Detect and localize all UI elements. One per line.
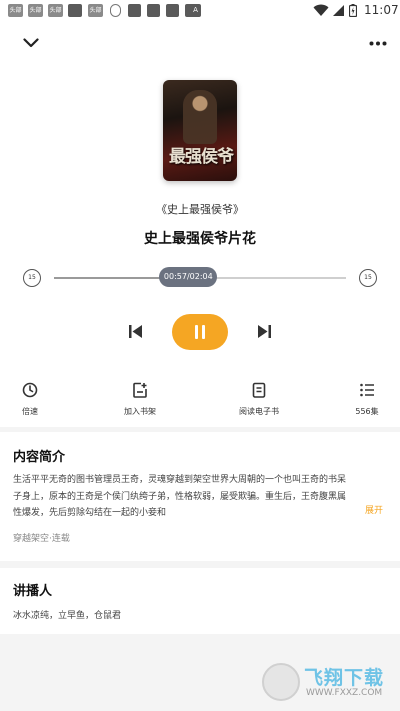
- next-button[interactable]: [257, 324, 272, 339]
- cover-figure: [183, 90, 217, 144]
- previous-button[interactable]: [128, 324, 143, 339]
- more-icon: [369, 41, 387, 45]
- app-icon: [147, 4, 160, 17]
- app-icon: [166, 4, 179, 17]
- intro-title: 内容简介: [13, 450, 66, 465]
- intro-line: 性爆发，先后剪除勾结在一起的小妾和: [13, 508, 167, 518]
- episode-list-button[interactable]: 556集: [332, 382, 400, 417]
- pause-button[interactable]: [172, 314, 228, 350]
- notification-icon: 头部: [28, 4, 43, 17]
- intro-line: 生活平平无奇的图书管理员王奇，灵魂穿越到架空世界大周朝的一个也叫王奇的书呆: [13, 475, 347, 485]
- pause-icon: [195, 325, 205, 339]
- narrator-title: 讲播人: [13, 584, 53, 599]
- skip-forward-button[interactable]: 15: [359, 269, 377, 287]
- speed-label: 倍速: [22, 407, 38, 416]
- chevron-down-icon: [23, 38, 39, 48]
- watermark-url: WWW.FXXZ.COM: [306, 688, 383, 698]
- clock-time: 11:07: [364, 3, 399, 17]
- watermark-text: 飞翔下载: [304, 667, 385, 689]
- intro-card: 内容简介 生活平平无奇的图书管理员王奇，灵魂穿越到架空世界大周朝的一个也叫王奇的…: [0, 432, 400, 561]
- clock-icon: [22, 382, 38, 398]
- skip-back-button[interactable]: 15: [23, 269, 41, 287]
- notification-icon: [68, 4, 82, 17]
- narrator-card: 讲播人 冰水凉纯，立早鱼，仓鼠君: [0, 568, 400, 634]
- notification-icon: 头部: [88, 4, 103, 17]
- list-icon: [360, 383, 374, 397]
- collapse-button[interactable]: [16, 28, 46, 58]
- watermark-logo: [262, 663, 300, 701]
- cover-title: 最强侯爷: [169, 147, 234, 167]
- intro-line: 子身上，原本的王奇是个侯门纨绔子弟，性格软弱，屡受欺骗。重生后，王奇腹黑属: [13, 491, 347, 502]
- read-ebook-button[interactable]: 阅读电子书: [224, 382, 294, 417]
- status-bar: 头部 头部 头部 头部 A 11:07: [0, 0, 400, 22]
- progress-thumb[interactable]: 00:57/02:04: [159, 267, 218, 287]
- watermark: 飞翔下载 WWW.FXXZ.COM: [262, 661, 392, 703]
- narrator-names: 冰水凉纯，立早鱼，仓鼠君: [13, 611, 122, 621]
- book-name: 《史上最强侯爷》: [156, 203, 244, 216]
- add-shelf-icon: [133, 382, 147, 398]
- notification-icon: 头部: [8, 4, 23, 17]
- add-shelf-label: 加入书架: [124, 407, 156, 416]
- wifi-icon: [313, 4, 329, 16]
- book-tags: 穿越架空·连载: [13, 534, 70, 544]
- signal-icon: [333, 5, 344, 16]
- notification-icon: 头部: [48, 4, 63, 17]
- book-cover: 最强侯爷: [163, 80, 237, 181]
- battery-icon: [349, 4, 357, 17]
- ebook-icon: [252, 382, 266, 398]
- app-icon: [128, 4, 141, 17]
- speed-button[interactable]: 倍速: [0, 382, 65, 417]
- episode-title: 史上最强侯爷片花: [144, 231, 256, 247]
- shield-icon: [110, 4, 121, 17]
- read-ebook-label: 阅读电子书: [239, 407, 279, 416]
- a-icon: A: [190, 4, 201, 17]
- intro-text: 生活平平无奇的图书管理员王奇，灵魂穿越到架空世界大周朝的一个也叫王奇的书呆 子身…: [13, 472, 387, 522]
- player-panel: 最强侯爷 《史上最强侯爷》 史上最强侯爷片花 15 00:57/02:04 15…: [0, 22, 400, 427]
- expand-link[interactable]: 展开: [365, 503, 383, 516]
- more-button[interactable]: [363, 28, 393, 58]
- episode-count-label: 556集: [355, 407, 379, 416]
- add-shelf-button[interactable]: 加入书架: [105, 382, 175, 417]
